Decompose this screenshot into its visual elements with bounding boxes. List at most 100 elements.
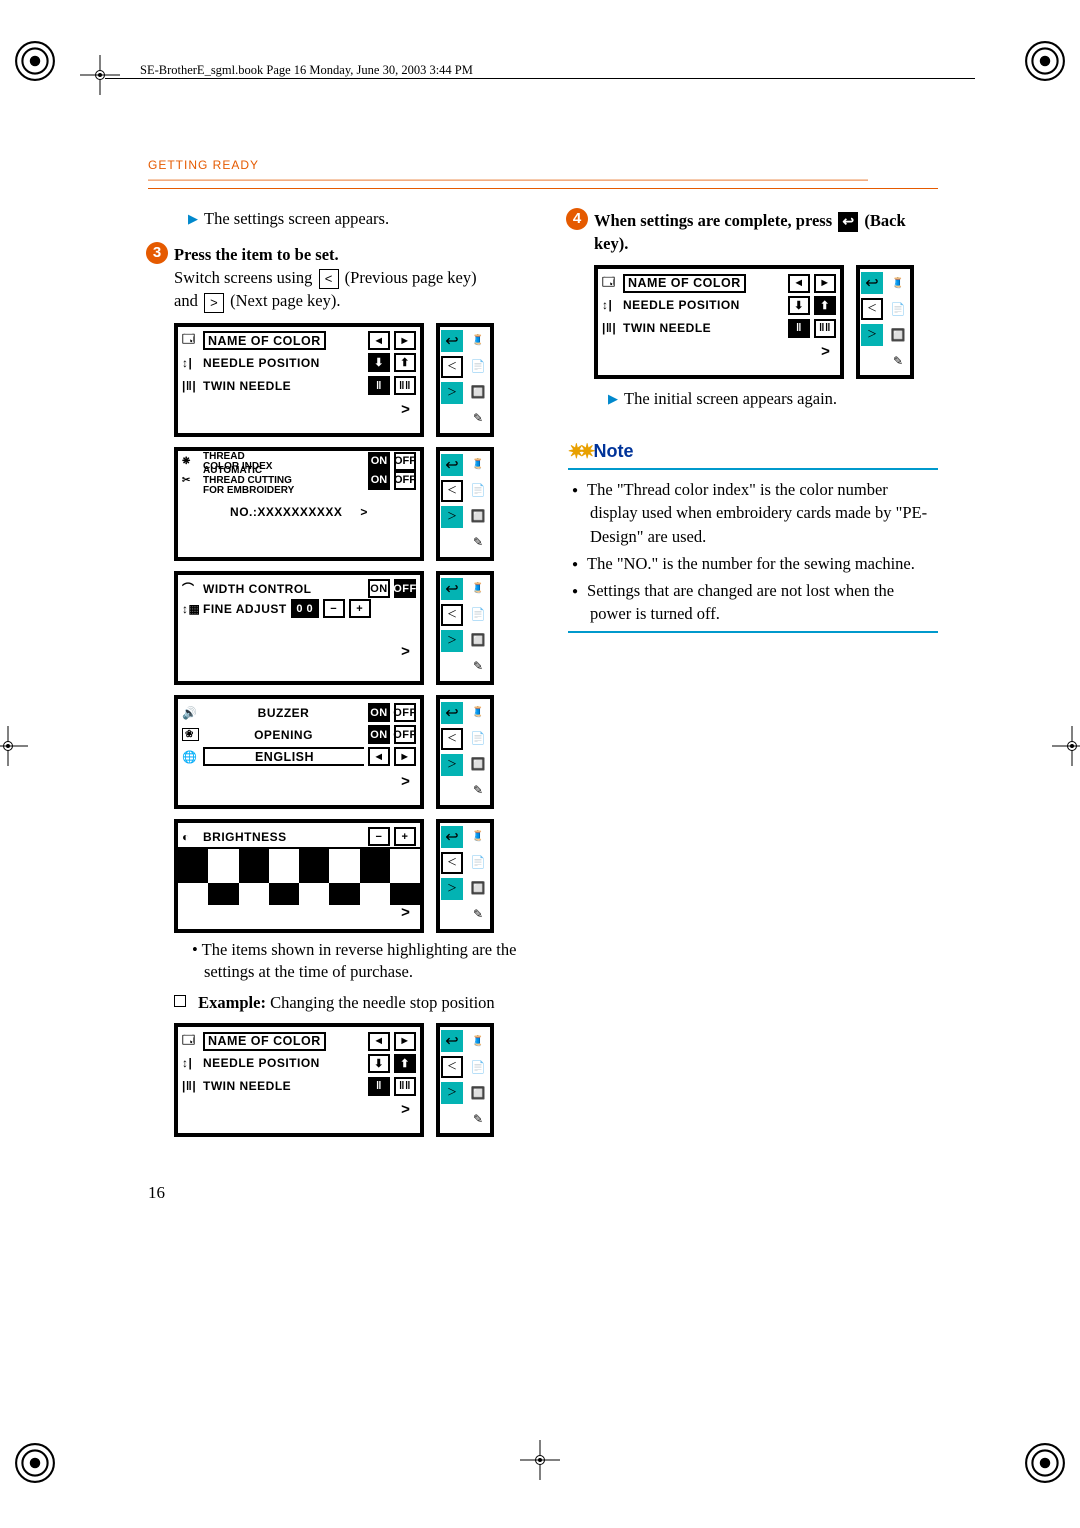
lang-left-button[interactable]: ◄	[368, 747, 390, 766]
lcd-panel-example: 🗔 NAME OF COLOR ◄ ► ↕| NEEDLE POSITION ⬇…	[174, 1023, 518, 1137]
no-label: NO.:XXXXXXXXXX	[230, 505, 342, 519]
regmark-bottom-left	[14, 1442, 56, 1484]
example-heading: Example: Changing the needle stop positi…	[174, 993, 518, 1013]
language-label: ENGLISH	[203, 747, 364, 766]
ac-on-button[interactable]: ON	[368, 471, 390, 490]
twin-single-button[interactable]: ‖	[788, 319, 810, 338]
arrow-left-button[interactable]: ◄	[368, 1032, 390, 1051]
twin-double-button[interactable]: ‖‖	[814, 319, 836, 338]
lcd-side-panel-2: ↩ 🧵 < > 📄 🔲 ✎	[436, 447, 494, 561]
lcd-panel-1: 🗔 NAME OF COLOR ◄ ► ↕| NEEDLE POSITION ⬇…	[174, 323, 518, 437]
prev-key[interactable]: <	[441, 356, 463, 378]
next-key[interactable]: >	[441, 506, 463, 528]
more-indicator: >	[178, 1099, 420, 1125]
prev-key[interactable]: <	[441, 852, 463, 874]
crosshair-top	[80, 55, 120, 95]
arrow-right-button[interactable]: ►	[394, 331, 416, 350]
next-key[interactable]: >	[861, 324, 883, 346]
buzzer-off-button[interactable]: OFF	[394, 703, 416, 722]
next-key[interactable]: >	[441, 754, 463, 776]
name-of-color-label: NAME OF COLOR	[203, 331, 326, 350]
fine-minus-button[interactable]: −	[323, 599, 345, 618]
brightness-minus-button[interactable]: −	[368, 827, 390, 846]
more-indicator: >	[178, 641, 420, 667]
needle-up-button[interactable]: ⬆	[394, 1054, 416, 1073]
twin-needle-label: TWIN NEEDLE	[203, 379, 291, 393]
needle-up-button[interactable]: ⬆	[814, 296, 836, 315]
needle-down-button[interactable]: ⬇	[788, 296, 810, 315]
needle-down-button[interactable]: ⬇	[368, 1054, 390, 1073]
note-item: Settings that are changed are not lost w…	[590, 579, 938, 625]
arrow-left-button[interactable]: ◄	[368, 331, 390, 350]
opening-on-button[interactable]: ON	[368, 725, 390, 744]
twin-needle-icon: |‖|	[182, 379, 199, 393]
step-4-result: ▶The initial screen appears again.	[608, 389, 938, 409]
brightness-checker-1	[178, 847, 420, 883]
needle-up-button[interactable]: ⬆	[394, 353, 416, 372]
back-key[interactable]: ↩	[441, 454, 463, 476]
back-key[interactable]: ↩	[441, 330, 463, 352]
needle-position-label: NEEDLE POSITION	[203, 356, 320, 370]
buzzer-on-button[interactable]: ON	[368, 703, 390, 722]
lcd-side-panel-1: ↩ 🧵 < > 📄 🔲 ✎	[436, 323, 494, 437]
side-icon-2: 📄	[467, 480, 489, 502]
tci-on-button[interactable]: ON	[368, 452, 390, 471]
lcd-panel-5: ◐ BRIGHTNESS − + > ↩🧵 <>📄🔲✎	[174, 819, 518, 933]
arrow-right-button[interactable]: ►	[394, 1032, 416, 1051]
back-key[interactable]: ↩	[441, 702, 463, 724]
wc-off-button[interactable]: OFF	[394, 579, 416, 598]
result-arrow-icon: ▶	[188, 211, 198, 226]
next-key[interactable]: >	[441, 1082, 463, 1104]
width-control-label: WIDTH CONTROL	[203, 582, 311, 596]
step-3-number: 3	[146, 242, 168, 264]
note-heading: ✷✷ Note	[568, 439, 938, 470]
width-icon: ⌒	[182, 580, 199, 597]
prev-key[interactable]: <	[441, 604, 463, 626]
needle-position-label: NEEDLE POSITION	[623, 298, 740, 312]
back-key[interactable]: ↩	[441, 1030, 463, 1052]
prev-key[interactable]: <	[441, 480, 463, 502]
more-indicator: >	[360, 505, 368, 519]
more-indicator: >	[598, 341, 840, 367]
lcd-panel-step4: 🗔 NAME OF COLOR ◄ ► ↕| NEEDLE POSITION ⬇…	[594, 265, 938, 379]
needle-down-button[interactable]: ⬇	[368, 353, 390, 372]
arrow-left-button[interactable]: ◄	[788, 274, 810, 293]
right-column: 4 When settings are complete, press ↩ (B…	[568, 209, 938, 633]
doc-header: SE-BrotherE_sgml.book Page 16 Monday, Ju…	[140, 63, 473, 78]
prev-key[interactable]: <	[441, 1056, 463, 1078]
globe-icon: 🌐	[182, 750, 199, 764]
color-icon: 🗔	[182, 330, 199, 351]
next-key[interactable]: >	[441, 878, 463, 900]
arrow-right-button[interactable]: ►	[814, 274, 836, 293]
twin-double-button[interactable]: ‖‖	[394, 1077, 416, 1096]
next-key[interactable]: >	[441, 382, 463, 404]
back-key[interactable]: ↩	[441, 578, 463, 600]
crosshair-bottom	[520, 1440, 560, 1480]
back-key[interactable]: ↩	[441, 826, 463, 848]
twin-needle-label: TWIN NEEDLE	[623, 321, 711, 335]
crosshair-left	[0, 726, 28, 766]
brightness-plus-button[interactable]: +	[394, 827, 416, 846]
twin-single-button[interactable]: ‖	[368, 376, 390, 395]
after-panels-note: • The items shown in reverse highlightin…	[192, 939, 518, 984]
opening-off-button[interactable]: OFF	[394, 725, 416, 744]
fine-adjust-icon: ↕▦	[182, 602, 199, 616]
side-icon-1: 🧵	[467, 454, 489, 476]
next-key[interactable]: >	[441, 630, 463, 652]
twin-double-button[interactable]: ‖‖	[394, 376, 416, 395]
back-key-inline: ↩	[838, 212, 858, 232]
name-of-color-label: NAME OF COLOR	[623, 274, 746, 293]
prev-key[interactable]: <	[441, 728, 463, 750]
fine-plus-button[interactable]: +	[349, 599, 371, 618]
left-column: ▶The settings screen appears. 3 Press th…	[148, 209, 518, 1143]
twin-single-button[interactable]: ‖	[368, 1077, 390, 1096]
side-icon-3: 🔲	[467, 382, 489, 404]
prev-key[interactable]: <	[861, 298, 883, 320]
thread-index-icon: ❋	[182, 457, 199, 467]
tci-off-button[interactable]: OFF	[394, 452, 416, 471]
wc-on-button[interactable]: ON	[368, 579, 390, 598]
back-key[interactable]: ↩	[861, 272, 883, 294]
lang-right-button[interactable]: ►	[394, 747, 416, 766]
ac-off-button[interactable]: OFF	[394, 471, 416, 490]
prev-page-key: <	[319, 269, 339, 289]
